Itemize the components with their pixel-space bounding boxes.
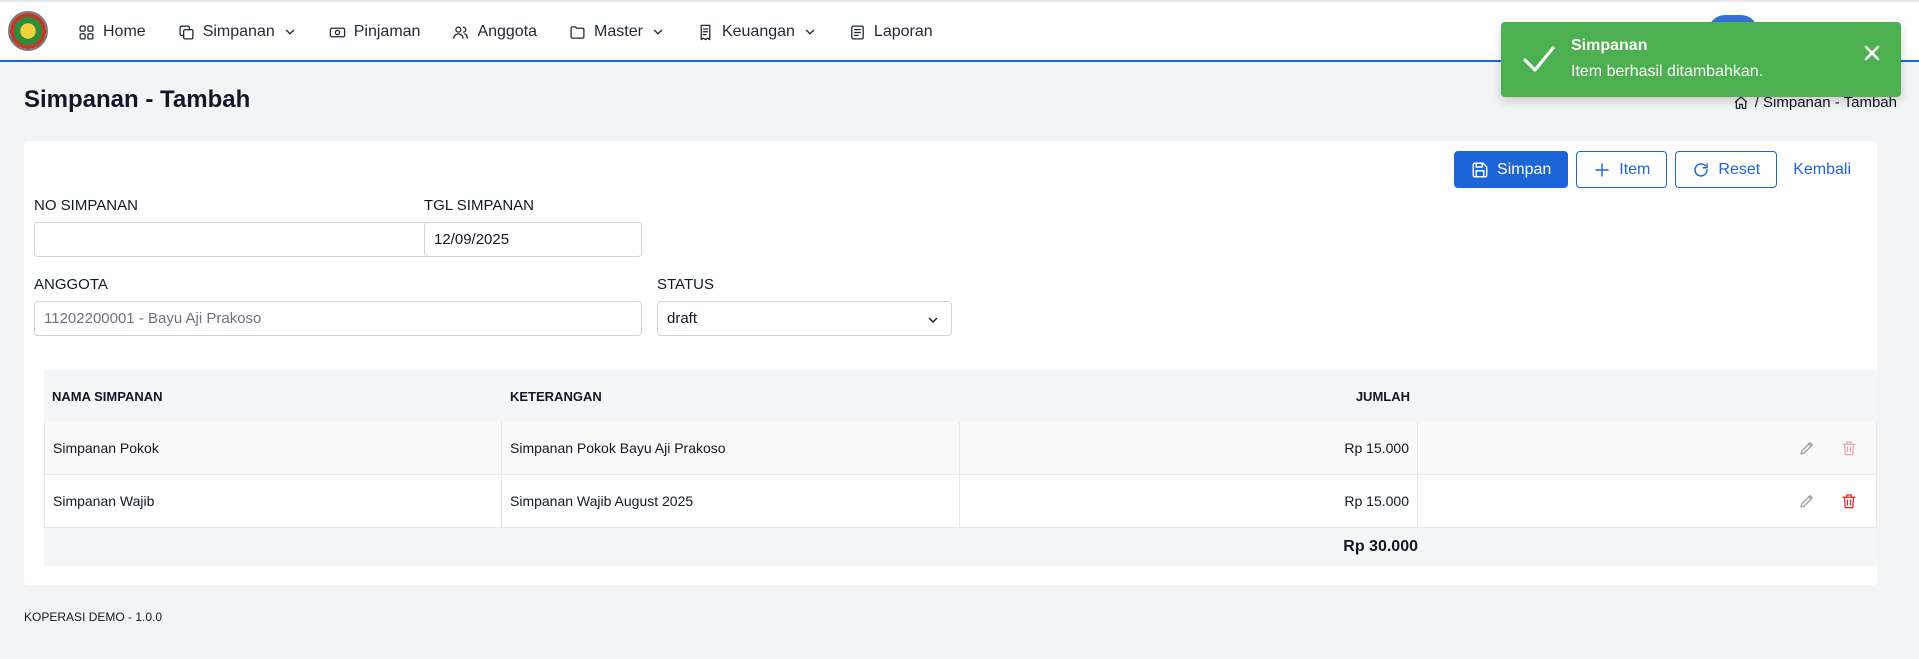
trash-icon[interactable] bbox=[1840, 439, 1858, 457]
chevron-down-icon bbox=[653, 29, 663, 35]
close-icon[interactable] bbox=[1863, 44, 1881, 62]
plus-icon bbox=[1595, 162, 1609, 177]
status-selected-value: draft bbox=[667, 310, 698, 327]
total-row: Rp 30.000 bbox=[44, 528, 1877, 566]
reset-button[interactable]: Reset bbox=[1675, 151, 1778, 188]
row-actions bbox=[1418, 475, 1877, 527]
save-button[interactable]: Simpan bbox=[1454, 151, 1569, 188]
anggota-label: ANGGOTA bbox=[34, 276, 108, 293]
form-card: Simpan Item Reset Kembali NO SIMPANAN TG… bbox=[24, 141, 1877, 585]
row-keterangan: Simpanan Wajib August 2025 bbox=[502, 475, 960, 527]
toast-title: Simpanan bbox=[1571, 37, 1648, 54]
row-actions bbox=[1418, 422, 1877, 474]
tgl-simpanan-input[interactable]: 12/09/2025 bbox=[424, 222, 642, 257]
header-actions bbox=[1418, 370, 1877, 422]
reset-button-label: Reset bbox=[1718, 160, 1761, 178]
nav-keuangan-label: Keuangan bbox=[721, 23, 795, 40]
save-icon bbox=[1472, 162, 1488, 177]
nav-home[interactable]: Home bbox=[78, 2, 146, 62]
nav-laporan-label: Laporan bbox=[873, 23, 933, 40]
anggota-input[interactable]: 11202200001 - Bayu Aji Prakoso bbox=[34, 301, 642, 336]
koperasi-logo[interactable] bbox=[8, 11, 48, 51]
nav-anggota-label: Anggota bbox=[477, 23, 538, 40]
action-bar: Simpan Item Reset Kembali bbox=[1454, 151, 1861, 188]
row-nama: Simpanan Wajib bbox=[44, 475, 502, 527]
copy-icon bbox=[179, 24, 194, 40]
header-jumlah: JUMLAH bbox=[1355, 388, 1410, 404]
trash-icon[interactable] bbox=[1840, 492, 1858, 510]
success-toast: Simpanan Item berhasil ditambahkan. bbox=[1501, 22, 1901, 97]
edit-icon[interactable] bbox=[1798, 492, 1816, 510]
refresh-icon bbox=[1694, 162, 1709, 177]
nav-simpanan-label: Simpanan bbox=[202, 23, 275, 40]
folder-icon bbox=[570, 25, 585, 39]
add-item-button[interactable]: Item bbox=[1576, 151, 1668, 188]
table-row: Simpanan Pokok Simpanan Pokok Bayu Aji P… bbox=[44, 422, 1877, 475]
grid-icon bbox=[79, 24, 94, 40]
nav-pinjaman[interactable]: Pinjaman bbox=[329, 2, 421, 62]
chevron-down-icon bbox=[925, 312, 941, 328]
edit-icon[interactable] bbox=[1798, 439, 1816, 457]
chevron-down-icon bbox=[285, 29, 294, 35]
status-label: STATUS bbox=[657, 276, 714, 293]
nav-keuangan[interactable]: Keuangan bbox=[697, 2, 817, 62]
main-nav: Home Simpanan Pinjaman Anggota Master Ke… bbox=[78, 2, 965, 62]
add-item-label: Item bbox=[1619, 160, 1651, 178]
table-header: NAMA SIMPANAN KETERANGAN JUMLAH bbox=[44, 370, 1877, 422]
header-nama-simpanan: NAMA SIMPANAN bbox=[52, 388, 163, 404]
page-title: Simpanan - Tambah bbox=[24, 86, 251, 113]
total-value: Rp 30.000 bbox=[1343, 538, 1418, 555]
back-link[interactable]: Kembali bbox=[1785, 151, 1861, 188]
check-icon bbox=[1519, 40, 1559, 80]
users-icon bbox=[453, 26, 469, 39]
cash-icon bbox=[329, 27, 345, 37]
footer-version: KOPERASI DEMO - 1.0.0 bbox=[24, 610, 163, 624]
simpanan-items-table: NAMA SIMPANAN KETERANGAN JUMLAH Simpanan… bbox=[44, 370, 1877, 566]
row-jumlah: Rp 15.000 bbox=[960, 422, 1418, 474]
nav-simpanan[interactable]: Simpanan bbox=[178, 2, 297, 62]
no-simpanan-input[interactable] bbox=[34, 222, 439, 257]
nav-master[interactable]: Master bbox=[569, 2, 665, 62]
report-icon bbox=[851, 24, 864, 40]
status-select[interactable]: draft bbox=[657, 301, 952, 336]
toast-message: Item berhasil ditambahkan. bbox=[1571, 63, 1764, 80]
table-row: Simpanan Wajib Simpanan Wajib August 202… bbox=[44, 475, 1877, 528]
no-simpanan-label: NO SIMPANAN bbox=[34, 197, 138, 214]
nav-master-label: Master bbox=[594, 23, 643, 40]
save-button-label: Simpan bbox=[1497, 160, 1552, 178]
header-keterangan: KETERANGAN bbox=[510, 388, 602, 404]
nav-pinjaman-label: Pinjaman bbox=[353, 23, 421, 40]
nav-anggota[interactable]: Anggota bbox=[452, 2, 537, 62]
chevron-down-icon bbox=[805, 29, 815, 35]
receipt-icon bbox=[700, 24, 711, 40]
row-keterangan: Simpanan Pokok Bayu Aji Prakoso bbox=[502, 422, 960, 474]
nav-laporan[interactable]: Laporan bbox=[849, 2, 933, 62]
row-nama: Simpanan Pokok bbox=[44, 422, 502, 474]
tgl-simpanan-label: TGL SIMPANAN bbox=[424, 197, 535, 214]
row-jumlah: Rp 15.000 bbox=[960, 475, 1418, 527]
nav-home-label: Home bbox=[103, 23, 146, 40]
